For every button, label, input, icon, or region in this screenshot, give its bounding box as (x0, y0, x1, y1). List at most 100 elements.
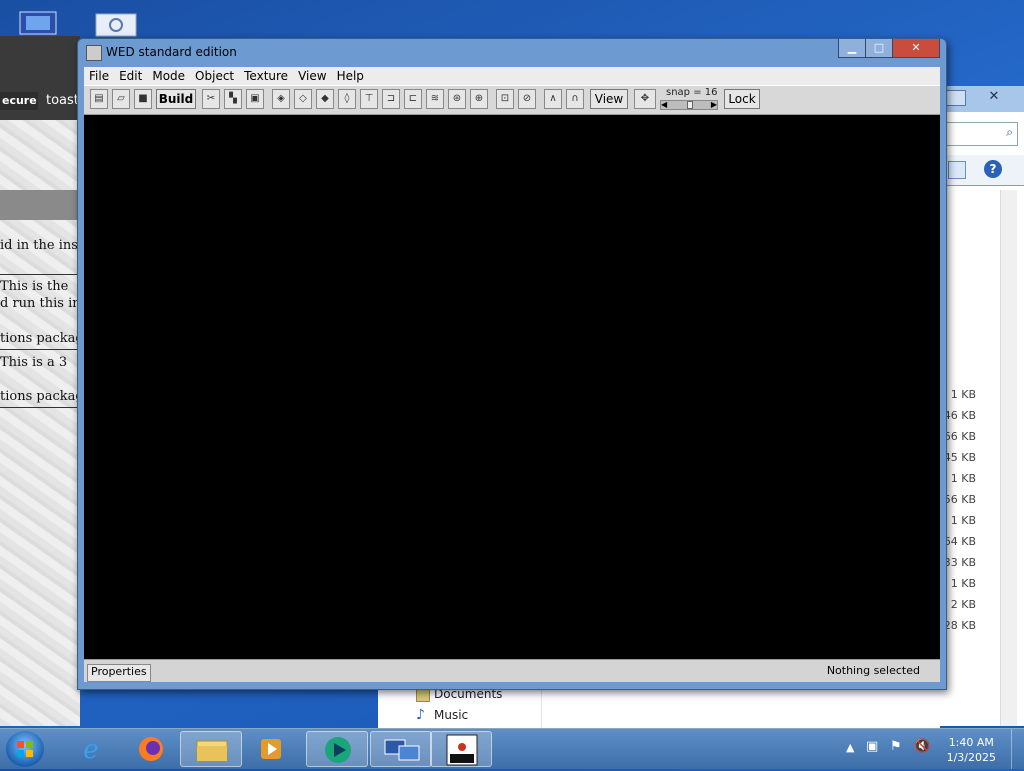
action-center-flag-icon[interactable]: ⚑ (890, 739, 902, 754)
tool-button-4[interactable]: ◊ (338, 89, 356, 109)
menu-help[interactable]: Help (332, 67, 369, 85)
open-file-button[interactable]: ▱ (112, 89, 130, 109)
background-browser-window[interactable]: ecure toast id in the ins This is the d … (0, 36, 80, 726)
preview-pane-icon[interactable] (948, 161, 966, 179)
maximize-button[interactable]: □ (865, 39, 893, 58)
object-tool-icon: ≋ (430, 93, 440, 104)
taskbar: e ▲ ▣ ⚑ 🔇 1:40 AM 1/3/2025 (0, 728, 1024, 769)
remote-desktop-icon (384, 739, 420, 761)
taskbar-green-app[interactable] (306, 731, 368, 767)
close-button[interactable]: ✕ (892, 39, 940, 58)
volume-muted-icon[interactable]: 🔇 (914, 739, 930, 754)
taskbar-firefox[interactable] (120, 731, 182, 767)
computer-icon (19, 11, 57, 35)
internet-explorer-icon: e (83, 735, 98, 765)
cut-button[interactable]: ✂ (202, 89, 220, 109)
desktop-icon-computer[interactable] (16, 8, 60, 38)
menu-view[interactable]: View (293, 67, 331, 85)
wed-window[interactable]: WED standard edition ▁ □ ✕ File Edit Mode O… (77, 38, 947, 690)
tool-bar: ▤ ▱ ■ Build ✂ ▚ ▣ ◈ ◇ ◆ ◊ ⊤ ⊐ ⊏ ≋ ⊛ ⊕ ⊡ … (84, 85, 940, 115)
tray-expand-icon[interactable]: ▲ (846, 741, 854, 754)
new-file-icon: ▤ (94, 93, 104, 104)
save-button[interactable]: ■ (134, 89, 152, 109)
close-icon: ✕ (911, 41, 921, 54)
tool-button-5[interactable]: ⊤ (360, 89, 378, 109)
slider-thumb[interactable] (687, 101, 693, 109)
move-button[interactable]: ✥ (634, 89, 656, 109)
tool-button-9[interactable]: ⊛ (448, 89, 466, 109)
system-clock[interactable]: 1:40 AM 1/3/2025 (947, 735, 996, 765)
object-tool-icon: ◈ (277, 93, 285, 104)
page-header-bar (0, 190, 80, 220)
properties-button[interactable]: Properties (87, 664, 151, 682)
selection-status: Nothing selected (826, 664, 920, 677)
browser-tab-text[interactable]: toast (46, 92, 79, 110)
tool-button-1[interactable]: ◈ (272, 89, 290, 109)
minimize-icon: ▁ (847, 41, 857, 54)
menu-edit[interactable]: Edit (114, 67, 147, 85)
copy-button[interactable]: ▚ (224, 89, 242, 109)
object-tool-icon: ∩ (571, 93, 579, 104)
background-explorer-window[interactable]: ✕ ⌕ ? 1 KB 46 KB 66 KB 45 KB 1 KB 56 KB … (940, 86, 1024, 726)
tool-button-10[interactable]: ⊡ (496, 89, 514, 109)
snap-slider[interactable]: ◀ ▶ (660, 100, 718, 110)
build-button[interactable]: Build (156, 89, 196, 109)
explorer-toolbar: ? (940, 154, 1024, 186)
menu-file[interactable]: File (84, 67, 114, 85)
tool-button-8[interactable]: ≋ (426, 89, 444, 109)
close-icon[interactable]: ✕ (980, 90, 1008, 104)
slider-left-arrow-icon[interactable]: ◀ (661, 100, 667, 109)
search-icon[interactable]: ⌕ (1006, 125, 1013, 140)
tool-button-13[interactable]: ∩ (566, 89, 584, 109)
object-tool-icon: ◊ (344, 93, 350, 104)
map-canvas[interactable] (84, 115, 940, 659)
explorer-titlebar: ✕ (940, 86, 1024, 112)
nav-item-music[interactable]: Music (434, 708, 468, 722)
taskbar-media-player[interactable] (240, 731, 302, 767)
object-tool-icon: ⊤ (364, 93, 374, 104)
tool-button-3[interactable]: ◆ (316, 89, 334, 109)
explorer-search-field[interactable]: ⌕ (940, 122, 1018, 146)
status-bar: Properties Nothing selected (84, 659, 940, 682)
snap-label: snap = 16 (666, 87, 718, 98)
media-player-icon (261, 739, 281, 759)
view-button[interactable]: View (590, 89, 628, 109)
page-text-line: id in the ins (0, 238, 78, 253)
page-text-line: This is a 3 (0, 355, 68, 370)
show-desktop-button[interactable] (1011, 729, 1024, 769)
slider-right-arrow-icon[interactable]: ▶ (711, 100, 717, 109)
taskbar-file-explorer[interactable] (180, 731, 242, 767)
clock-date: 1/3/2025 (946, 751, 996, 764)
object-tool-icon: ⊡ (500, 93, 510, 104)
lock-button[interactable]: Lock (724, 89, 760, 109)
zoom-button[interactable]: ⊕ (470, 89, 488, 109)
menu-texture[interactable]: Texture (239, 67, 293, 85)
paste-button[interactable]: ▣ (246, 89, 264, 109)
minimize-button[interactable]: ▁ (838, 39, 866, 58)
svg-text:e: e (83, 735, 98, 765)
tool-button-6[interactable]: ⊐ (382, 89, 400, 109)
page-text-line: tions packag (0, 389, 80, 404)
menu-object[interactable]: Object (190, 67, 239, 85)
divider (0, 349, 80, 350)
tool-button-11[interactable]: ⊘ (518, 89, 536, 109)
tool-button-2[interactable]: ◇ (294, 89, 312, 109)
menu-mode[interactable]: Mode (147, 67, 190, 85)
maximize-icon[interactable] (946, 90, 966, 106)
taskbar-remote-desktop[interactable] (370, 731, 432, 767)
paste-icon: ▣ (250, 93, 260, 104)
windows-logo-icon (17, 741, 33, 757)
taskbar-wed[interactable] (430, 731, 492, 767)
help-icon[interactable]: ? (984, 160, 1002, 178)
start-button[interactable] (6, 731, 44, 767)
tool-button-12[interactable]: ∧ (544, 89, 562, 109)
clock-time: 1:40 AM (948, 736, 994, 749)
network-icon[interactable]: ▣ (866, 739, 878, 754)
tool-button-7[interactable]: ⊏ (404, 89, 422, 109)
divider (0, 407, 80, 408)
taskbar-internet-explorer[interactable]: e (60, 731, 122, 767)
new-file-button[interactable]: ▤ (90, 89, 108, 109)
save-icon: ■ (138, 93, 148, 104)
object-tool-icon: ⊏ (408, 93, 418, 104)
explorer-scrollbar[interactable] (1000, 190, 1017, 726)
